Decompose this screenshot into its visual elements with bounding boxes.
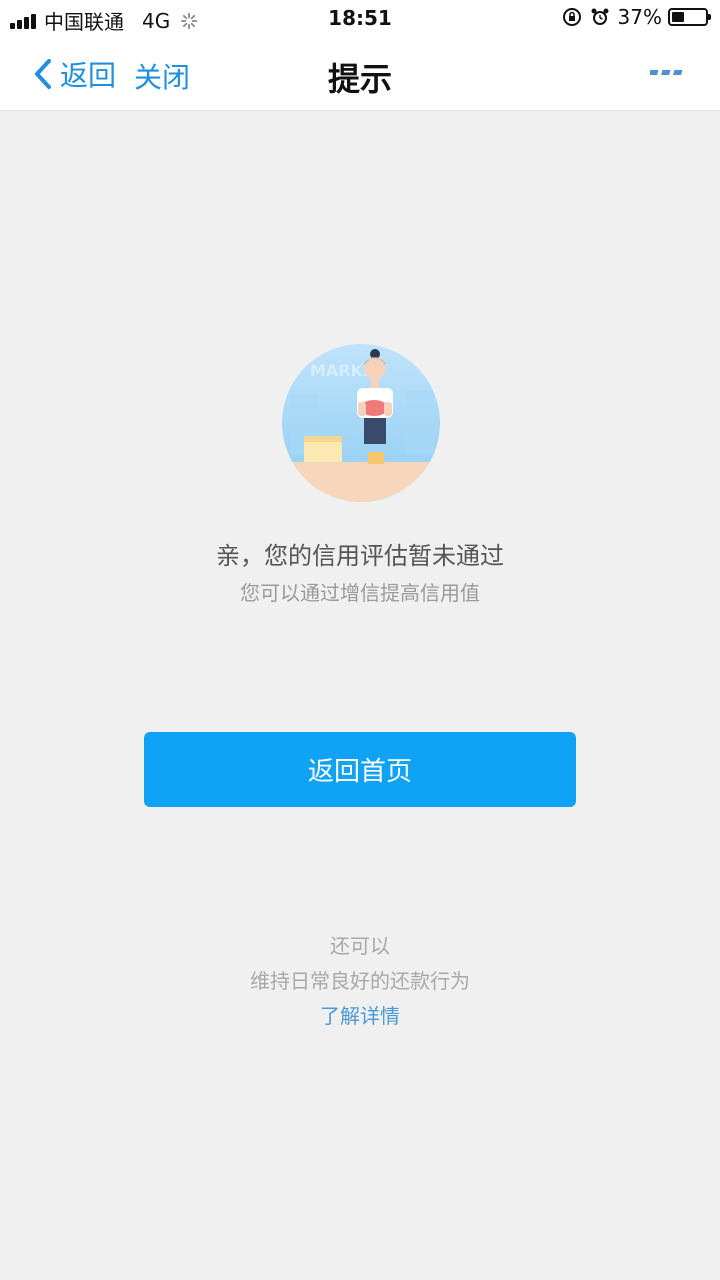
shop-assistant-illustration: MARKET — [282, 344, 440, 502]
rotation-lock-icon — [562, 8, 581, 26]
battery-level — [672, 12, 684, 22]
alarm-icon — [591, 8, 609, 25]
return-home-button[interactable]: 返回首页 — [144, 732, 576, 807]
battery-percent: 37% — [617, 5, 662, 29]
result-sub-message: 您可以通过增信提高信用值 — [240, 581, 480, 605]
result-message: 亲，您的信用评估暂未通过 — [216, 542, 504, 570]
learn-more-link[interactable]: 了解详情 — [0, 1000, 720, 1029]
battery-icon — [668, 8, 711, 26]
repayment-tip: 维持日常良好的还款行为 — [250, 969, 470, 993]
more-icon[interactable] — [650, 68, 684, 78]
nav-bar: 返回 关闭 提示 — [0, 36, 720, 111]
status-bar: 中国联通 4G 18:51 37% — [0, 0, 720, 36]
also-text: 还可以 — [330, 934, 390, 958]
page-title: 提示 — [327, 60, 392, 98]
status-right: 37% — [562, 5, 711, 29]
